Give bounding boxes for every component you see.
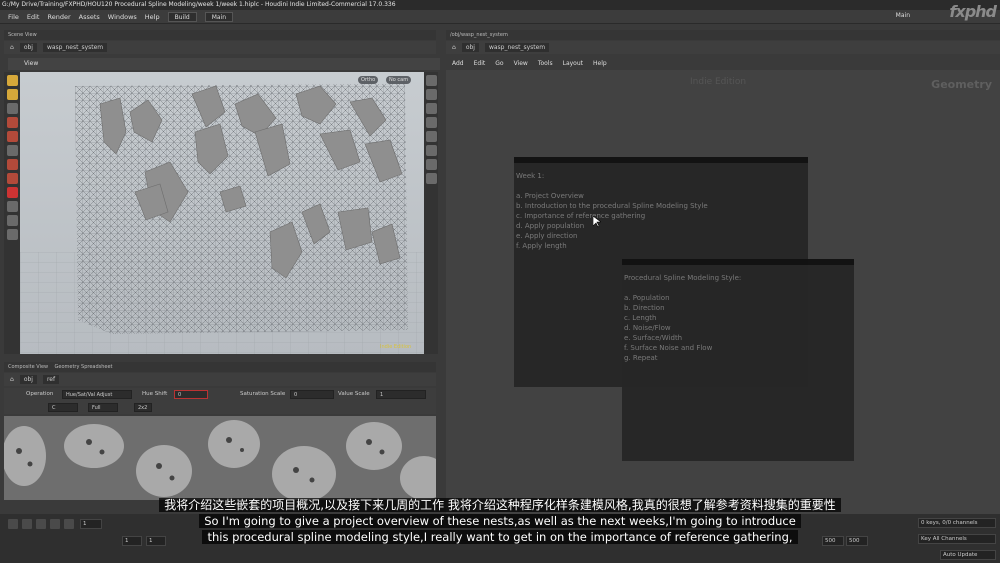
wire-tool-icon[interactable] bbox=[6, 215, 18, 226]
net-menu-go[interactable]: Go bbox=[495, 60, 503, 67]
composite-tabs: Composite View Geometry Spreadsheet bbox=[4, 362, 436, 372]
saturation-field[interactable]: 0 bbox=[290, 390, 334, 399]
select-tool-icon[interactable] bbox=[6, 75, 18, 86]
auto-update-select[interactable]: Auto Update bbox=[940, 550, 996, 560]
saturation-label: Saturation Scale bbox=[240, 391, 286, 397]
display-options-icon[interactable] bbox=[425, 75, 437, 86]
value-field[interactable]: 1 bbox=[376, 390, 426, 399]
sticky-note-style[interactable]: Procedural Spline Modeling Style: a. Pop… bbox=[622, 259, 854, 461]
home-icon[interactable]: ⌂ bbox=[10, 44, 14, 51]
viewport-left-toolbar bbox=[4, 72, 20, 354]
scene-viewport[interactable]: Indie Edition Ortho No cam bbox=[20, 72, 424, 354]
menu-file[interactable]: File bbox=[8, 13, 19, 21]
svg-text:Indie Edition: Indie Edition bbox=[380, 344, 411, 350]
menu-assets[interactable]: Assets bbox=[79, 13, 100, 21]
sticky-note-week1-text: Week 1: a. Project Overview b. Introduct… bbox=[516, 172, 708, 250]
shelf-select[interactable]: Main bbox=[204, 11, 234, 22]
tab-composite-view[interactable]: Composite View bbox=[8, 364, 48, 370]
composite-path-bar: ⌂ obj ref bbox=[4, 373, 436, 386]
window-title: G:/My Drive/Training/FXPHD/HOU120 Proced… bbox=[0, 0, 1000, 10]
pose-tool-icon[interactable] bbox=[6, 117, 18, 128]
subtitle-chinese: 我将介绍这些嵌套的项目概况,以及接下来几周的工作 我将介绍这种程序化样条建模风格… bbox=[0, 496, 1000, 513]
operation-select[interactable]: Hue/Sat/Val Adjust bbox=[62, 390, 132, 399]
subtitle-english-line1: So I'm going to give a project overview … bbox=[0, 514, 1000, 528]
viewport-geometry: Indie Edition bbox=[20, 84, 424, 354]
resolution-select[interactable]: Full bbox=[88, 403, 118, 412]
composite-image[interactable] bbox=[4, 416, 436, 500]
net-menu-tools[interactable]: Tools bbox=[538, 60, 553, 67]
grid-snap-icon[interactable] bbox=[6, 201, 18, 212]
snap-tool-icon[interactable] bbox=[6, 173, 18, 184]
path-node[interactable]: ref bbox=[42, 375, 60, 384]
main-desktop-label[interactable]: Main bbox=[896, 12, 910, 19]
transform-tool-icon[interactable] bbox=[6, 89, 18, 100]
net-menu-add[interactable]: Add bbox=[452, 60, 464, 67]
subtitle-english-line2: this procedural spline modeling style,I … bbox=[0, 530, 1000, 544]
brush-tool-icon[interactable] bbox=[6, 131, 18, 142]
light-icon[interactable] bbox=[425, 117, 437, 128]
reference-image bbox=[4, 416, 436, 500]
indie-edition-watermark: Indie Edition bbox=[690, 77, 747, 87]
menu-edit[interactable]: Edit bbox=[27, 13, 40, 21]
value-label: Value Scale bbox=[338, 391, 370, 397]
hue-label: Hue Shift bbox=[142, 391, 168, 397]
normals-icon[interactable] bbox=[425, 159, 437, 170]
desktop-select[interactable]: Build bbox=[167, 11, 197, 22]
viewport-toolbar: View bbox=[8, 58, 440, 70]
scale-tool-icon[interactable] bbox=[6, 145, 18, 156]
path-obj[interactable]: obj bbox=[19, 375, 37, 384]
path-obj[interactable]: obj bbox=[19, 43, 37, 52]
path-node[interactable]: wasp_nest_system bbox=[484, 43, 550, 52]
menu-help[interactable]: Help bbox=[145, 13, 160, 21]
view-tool-icon[interactable] bbox=[6, 159, 18, 170]
viewport-right-toolbar bbox=[424, 72, 438, 354]
tab-geometry-spreadsheet[interactable]: Geometry Spreadsheet bbox=[55, 364, 113, 370]
composite-params: Operation Hue/Sat/Val Adjust Hue Shift 0… bbox=[4, 388, 436, 414]
network-menubar: Add Edit Go View Tools Layout Help bbox=[446, 56, 1000, 70]
network-path-bar: ⌂ obj wasp_nest_system bbox=[446, 41, 1000, 54]
home-icon[interactable]: ⌂ bbox=[10, 376, 14, 383]
fxphd-logo: fxphd bbox=[949, 2, 997, 21]
shading-icon[interactable] bbox=[425, 103, 437, 114]
ortho-menu[interactable]: Ortho bbox=[358, 76, 379, 84]
camera-tool-icon[interactable] bbox=[6, 229, 18, 240]
tab-network[interactable]: /obj/wasp_nest_system bbox=[446, 30, 1000, 40]
bbox-icon[interactable] bbox=[425, 173, 437, 184]
channel-select[interactable]: C bbox=[48, 403, 78, 412]
ghost-icon[interactable] bbox=[425, 131, 437, 142]
network-context-label: Geometry bbox=[931, 78, 992, 91]
net-menu-layout[interactable]: Layout bbox=[563, 60, 583, 67]
points-icon[interactable] bbox=[425, 145, 437, 156]
path-obj[interactable]: obj bbox=[461, 43, 479, 52]
grid-select[interactable]: 2x2 bbox=[134, 403, 152, 412]
scene-path-bar: ⌂ obj wasp_nest_system bbox=[4, 41, 436, 54]
net-menu-help[interactable]: Help bbox=[593, 60, 607, 67]
wireframe-icon[interactable] bbox=[425, 89, 437, 100]
hue-field[interactable]: 0 bbox=[174, 390, 208, 399]
operation-label: Operation bbox=[26, 391, 54, 397]
sticky-note-style-text: Procedural Spline Modeling Style: a. Pop… bbox=[624, 274, 742, 362]
menu-render[interactable]: Render bbox=[47, 13, 70, 21]
tab-scene-view[interactable]: Scene View bbox=[4, 30, 436, 40]
path-node[interactable]: wasp_nest_system bbox=[42, 43, 108, 52]
net-menu-view[interactable]: View bbox=[514, 60, 528, 67]
home-icon[interactable]: ⌂ bbox=[452, 44, 456, 51]
magnet-tool-icon[interactable] bbox=[6, 187, 18, 198]
handle-tool-icon[interactable] bbox=[6, 103, 18, 114]
menu-windows[interactable]: Windows bbox=[108, 13, 137, 21]
net-menu-edit[interactable]: Edit bbox=[474, 60, 486, 67]
menubar: File Edit Render Assets Windows Help Bui… bbox=[0, 10, 1000, 24]
camera-menu[interactable]: No cam bbox=[386, 76, 412, 84]
view-label[interactable]: View bbox=[24, 60, 38, 67]
mouse-cursor-icon bbox=[593, 216, 601, 228]
